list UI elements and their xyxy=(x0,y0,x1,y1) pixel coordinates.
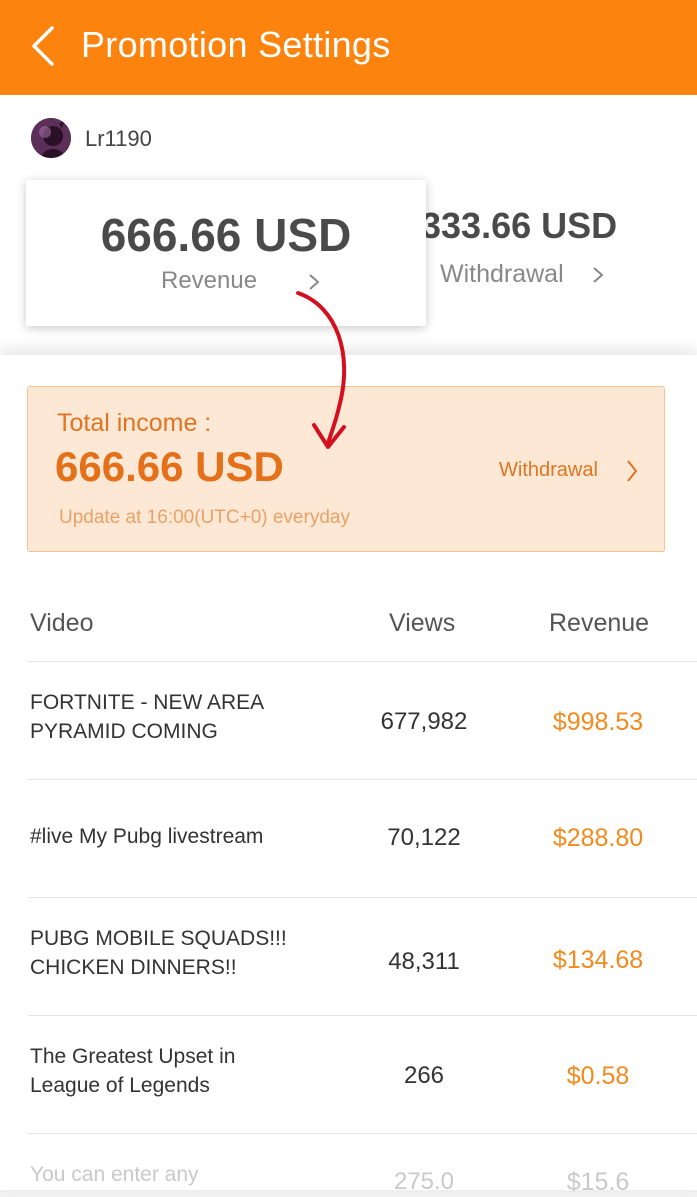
revenue-link[interactable]: Revenue xyxy=(161,267,257,295)
video-revenue: $134.68 xyxy=(552,946,644,974)
video-title: You can enter any xyxy=(30,1163,199,1186)
video-views: 677,982 xyxy=(380,708,468,735)
video-views: 70,122 xyxy=(387,824,461,851)
column-header-views: Views xyxy=(389,609,456,637)
income-panel: Total income : 666.66 USD Update at 16:0… xyxy=(0,355,697,1196)
avatar-image xyxy=(31,118,71,158)
video-revenue: $15.6 xyxy=(566,1168,630,1196)
table-row[interactable]: The Greatest Upset in League of Legends … xyxy=(28,1015,697,1134)
video-views: 266 xyxy=(403,1062,445,1089)
curved-arrow-icon xyxy=(296,291,347,449)
video-views: 48,311 xyxy=(388,948,460,975)
chevron-right-icon[interactable] xyxy=(626,459,638,483)
table-row[interactable]: FORTNITE - NEW AREA PYRAMID COMING 677,9… xyxy=(28,661,697,780)
total-income-label: Total income : xyxy=(57,409,212,437)
avatar[interactable] xyxy=(31,118,71,158)
revenue-amount: 666.66 USD xyxy=(100,209,352,261)
video-title: The Greatest Upset in League of Legends xyxy=(30,1045,236,1097)
app-header: Promotion Settings xyxy=(0,0,697,95)
video-revenue: $288.80 xyxy=(552,824,644,852)
username: Lr1190 xyxy=(85,126,152,151)
withdrawal-amount: 333.66 USD xyxy=(421,205,618,246)
page-title: Promotion Settings xyxy=(81,24,391,65)
video-title: FORTNITE - NEW AREA PYRAMID COMING xyxy=(30,691,263,743)
column-header-video: Video xyxy=(30,609,94,637)
table-row[interactable]: PUBG MOBILE SQUADS!!! CHICKEN DINNERS!! … xyxy=(28,897,697,1016)
video-title: #live My Pubg livestream xyxy=(30,825,264,848)
update-note: Update at 16:00(UTC+0) everyday xyxy=(59,507,350,528)
withdrawal-link[interactable]: Withdrawal xyxy=(440,260,564,289)
video-revenue: $998.53 xyxy=(552,708,644,736)
total-income-amount: 666.66 USD xyxy=(55,443,284,490)
table-row[interactable]: #live My Pubg livestream 70,122 $288.80 xyxy=(28,779,697,898)
back-chevron-icon[interactable] xyxy=(26,25,66,67)
table-row[interactable]: You can enter any 275.0 $15.6 xyxy=(28,1133,697,1196)
video-title: PUBG MOBILE SQUADS!!! CHICKEN DINNERS!! xyxy=(30,927,287,979)
column-header-revenue: Revenue xyxy=(549,609,650,637)
chevron-right-icon xyxy=(593,267,604,283)
video-revenue: $0.58 xyxy=(566,1062,630,1090)
withdrawal-button[interactable]: Withdrawal xyxy=(499,459,598,482)
video-views: 275.0 xyxy=(393,1168,455,1195)
